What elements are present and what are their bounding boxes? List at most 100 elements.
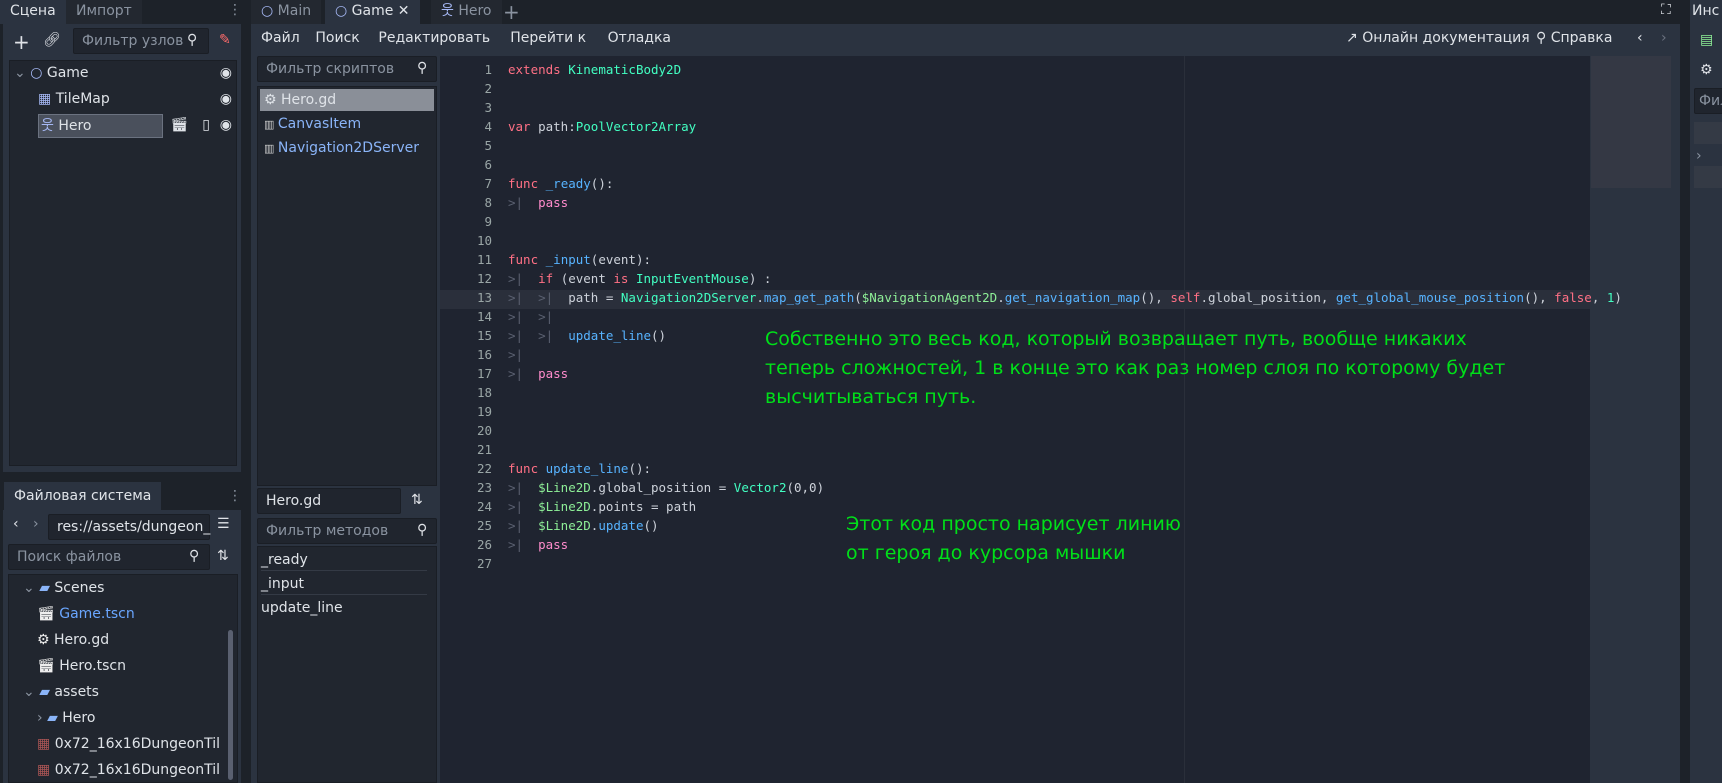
code-line[interactable]: >| $Line2D.global_position = Vector2(0,0… xyxy=(508,480,824,495)
script-item-canvasitem[interactable]: ▥ CanvasItem xyxy=(260,113,361,135)
minimap-scrollbar[interactable] xyxy=(1673,56,1679,783)
gear-icon[interactable]: ⚙ xyxy=(1700,62,1713,78)
line-number: 21 xyxy=(476,442,492,457)
file-search-input[interactable]: Поиск файлов xyxy=(8,544,210,570)
file-item[interactable]: › ▰ Hero xyxy=(37,707,95,729)
file-item[interactable]: ▦ 0x72_16x16DungeonTil xyxy=(37,759,220,781)
code-line[interactable]: >| $Line2D.update() xyxy=(508,518,659,533)
visibility-icon[interactable]: ◉ xyxy=(220,88,232,110)
code-token: update_line xyxy=(545,461,629,476)
code-token: InputEventMouse xyxy=(635,271,749,286)
code-line[interactable]: >| >| path = Navigation2DServer.map_get_… xyxy=(508,290,1622,305)
online-docs-button[interactable]: ↗ Онлайн документация xyxy=(1346,30,1530,46)
tab-main[interactable]: ○ Main xyxy=(251,0,322,24)
help-button[interactable]: ⚲ Справка xyxy=(1536,30,1612,46)
tree-node-hero[interactable]: 웃 Hero 🎬︎ ▯ ◉ xyxy=(14,114,234,138)
code-line[interactable]: var path:PoolVector2Array xyxy=(508,119,696,134)
code-token: false xyxy=(1554,290,1592,305)
script-icon[interactable]: ▯ xyxy=(202,114,210,136)
visibility-icon[interactable]: ◉ xyxy=(220,114,232,136)
file-item[interactable]: ▦ 0x72_16x16DungeonTil xyxy=(37,733,220,755)
line-number: 16 xyxy=(476,347,492,362)
tab-hero[interactable]: 웃 Hero xyxy=(431,0,502,24)
dock-menu-icon[interactable]: ⋮ xyxy=(228,488,242,504)
line-number: 23 xyxy=(476,480,492,495)
image-icon: ▦ xyxy=(37,762,55,778)
code-token: PoolVector2Array xyxy=(575,119,697,134)
menu-item[interactable]: Файл xyxy=(261,30,300,46)
menu-item[interactable]: Поиск xyxy=(315,30,359,46)
back-icon[interactable]: ‹ xyxy=(13,516,19,532)
method-item[interactable]: _input xyxy=(261,573,427,595)
code-line[interactable]: >| pass xyxy=(508,195,568,210)
chevron-right-icon[interactable]: › xyxy=(37,710,47,726)
method-item[interactable]: _ready xyxy=(261,549,427,571)
tab-import[interactable]: Импорт xyxy=(66,0,142,24)
property-filter-input[interactable]: Фил xyxy=(1694,88,1722,114)
visibility-icon[interactable]: ◉ xyxy=(220,62,232,84)
code-line[interactable]: extends KinematicBody2D xyxy=(508,62,681,77)
history-back-icon[interactable]: ‹ xyxy=(1637,30,1643,46)
code-line[interactable]: func update_line(): xyxy=(508,461,651,476)
tab-game[interactable]: ○ Game ✕ xyxy=(325,0,420,24)
scene-instance-icon[interactable]: 🎬︎ xyxy=(170,114,188,136)
file-item[interactable]: 🎬︎ Game.tscn xyxy=(37,603,135,625)
gear-icon: ⚙ xyxy=(264,92,282,108)
script-filter-input[interactable]: Фильтр скриптов xyxy=(257,56,437,82)
line-number: 24 xyxy=(476,499,492,514)
path-input[interactable]: res://assets/dungeon_ xyxy=(48,514,210,540)
new-resource-icon[interactable]: ▤ xyxy=(1700,32,1713,48)
code-line[interactable]: >| $Line2D.points = path xyxy=(508,499,696,514)
sort-icon[interactable]: ⇅ xyxy=(411,492,423,508)
script-item-hero-gd[interactable]: ⚙ Hero.gd xyxy=(260,89,434,111)
code-line[interactable]: >| xyxy=(508,347,538,362)
code-line[interactable]: >| >| update_line() xyxy=(508,328,666,343)
tree-node-game[interactable]: ⌄ ○ Game ◉ xyxy=(14,62,234,84)
tab-inspector[interactable]: Инс xyxy=(1690,0,1722,24)
code-token: (): xyxy=(590,176,614,191)
tab-scene[interactable]: Сцена xyxy=(0,0,66,24)
forward-icon[interactable]: › xyxy=(33,516,39,532)
script-remove-icon[interactable]: ✎ xyxy=(219,32,231,48)
code-token: .global_position, xyxy=(1200,290,1336,305)
fullscreen-icon[interactable]: ⛶ xyxy=(1661,2,1671,18)
split-view-icon[interactable]: ☰ xyxy=(217,516,230,532)
code-line[interactable]: >| if (event is InputEventMouse) : xyxy=(508,271,771,286)
file-item[interactable]: 🎬︎ Hero.tscn xyxy=(37,655,126,677)
file-item[interactable]: ⚙ Hero.gd xyxy=(37,629,109,651)
code-line[interactable]: func _ready(): xyxy=(508,176,613,191)
scene-icon: 🎬︎ xyxy=(37,658,60,674)
method-filter-input[interactable]: Фильтр методов xyxy=(257,518,437,544)
tree-node-tilemap[interactable]: ▦ TileMap ◉ xyxy=(14,88,234,110)
history-forward-icon[interactable]: › xyxy=(1661,30,1667,46)
sort-icon[interactable]: ⇅ xyxy=(217,548,229,564)
chevron-down-icon[interactable]: ⌄ xyxy=(23,684,39,700)
menu-item[interactable]: Отладка xyxy=(608,30,671,46)
chevron-right-icon[interactable]: › xyxy=(1696,148,1702,164)
script-item-navigation2dserver[interactable]: ▥ Navigation2DServer xyxy=(260,137,419,159)
kinematic-body-icon: 웃 xyxy=(441,3,459,19)
link-icon[interactable]: 🔗︎ xyxy=(43,32,61,48)
code-line[interactable]: >| >| xyxy=(508,309,568,324)
close-icon[interactable]: ✕ xyxy=(393,3,410,19)
minimap[interactable] xyxy=(1591,56,1671,188)
method-item[interactable]: update_line xyxy=(261,597,343,619)
code-line[interactable]: >| pass xyxy=(508,366,568,381)
code-token: update_line xyxy=(568,328,652,343)
tab-filesystem[interactable]: Файловая система xyxy=(4,482,162,510)
scrollbar[interactable] xyxy=(228,630,233,780)
menu-item[interactable]: Редактировать xyxy=(378,30,490,46)
code-token: get_global_mouse_position xyxy=(1335,290,1525,305)
menu-item[interactable]: Перейти к xyxy=(510,30,586,46)
chevron-down-icon[interactable]: ⌄ xyxy=(23,580,39,596)
file-item[interactable]: ⌄ ▰ assets xyxy=(23,681,99,703)
dock-menu-icon[interactable]: ⋮ xyxy=(228,2,242,18)
file-item[interactable]: ⌄ ▰ Scenes xyxy=(23,577,104,599)
code-token: . xyxy=(756,290,764,305)
code-line[interactable]: >| pass xyxy=(508,537,568,552)
tab-indent-icon: >| xyxy=(508,271,539,286)
add-tab-icon[interactable]: + xyxy=(503,0,520,24)
add-node-icon[interactable]: + xyxy=(13,30,30,54)
code-editor[interactable]: 1 extends KinematicBody2D 2 3 4 var path:Pool… xyxy=(440,56,1671,783)
code-line[interactable]: func _input(event): xyxy=(508,252,651,267)
